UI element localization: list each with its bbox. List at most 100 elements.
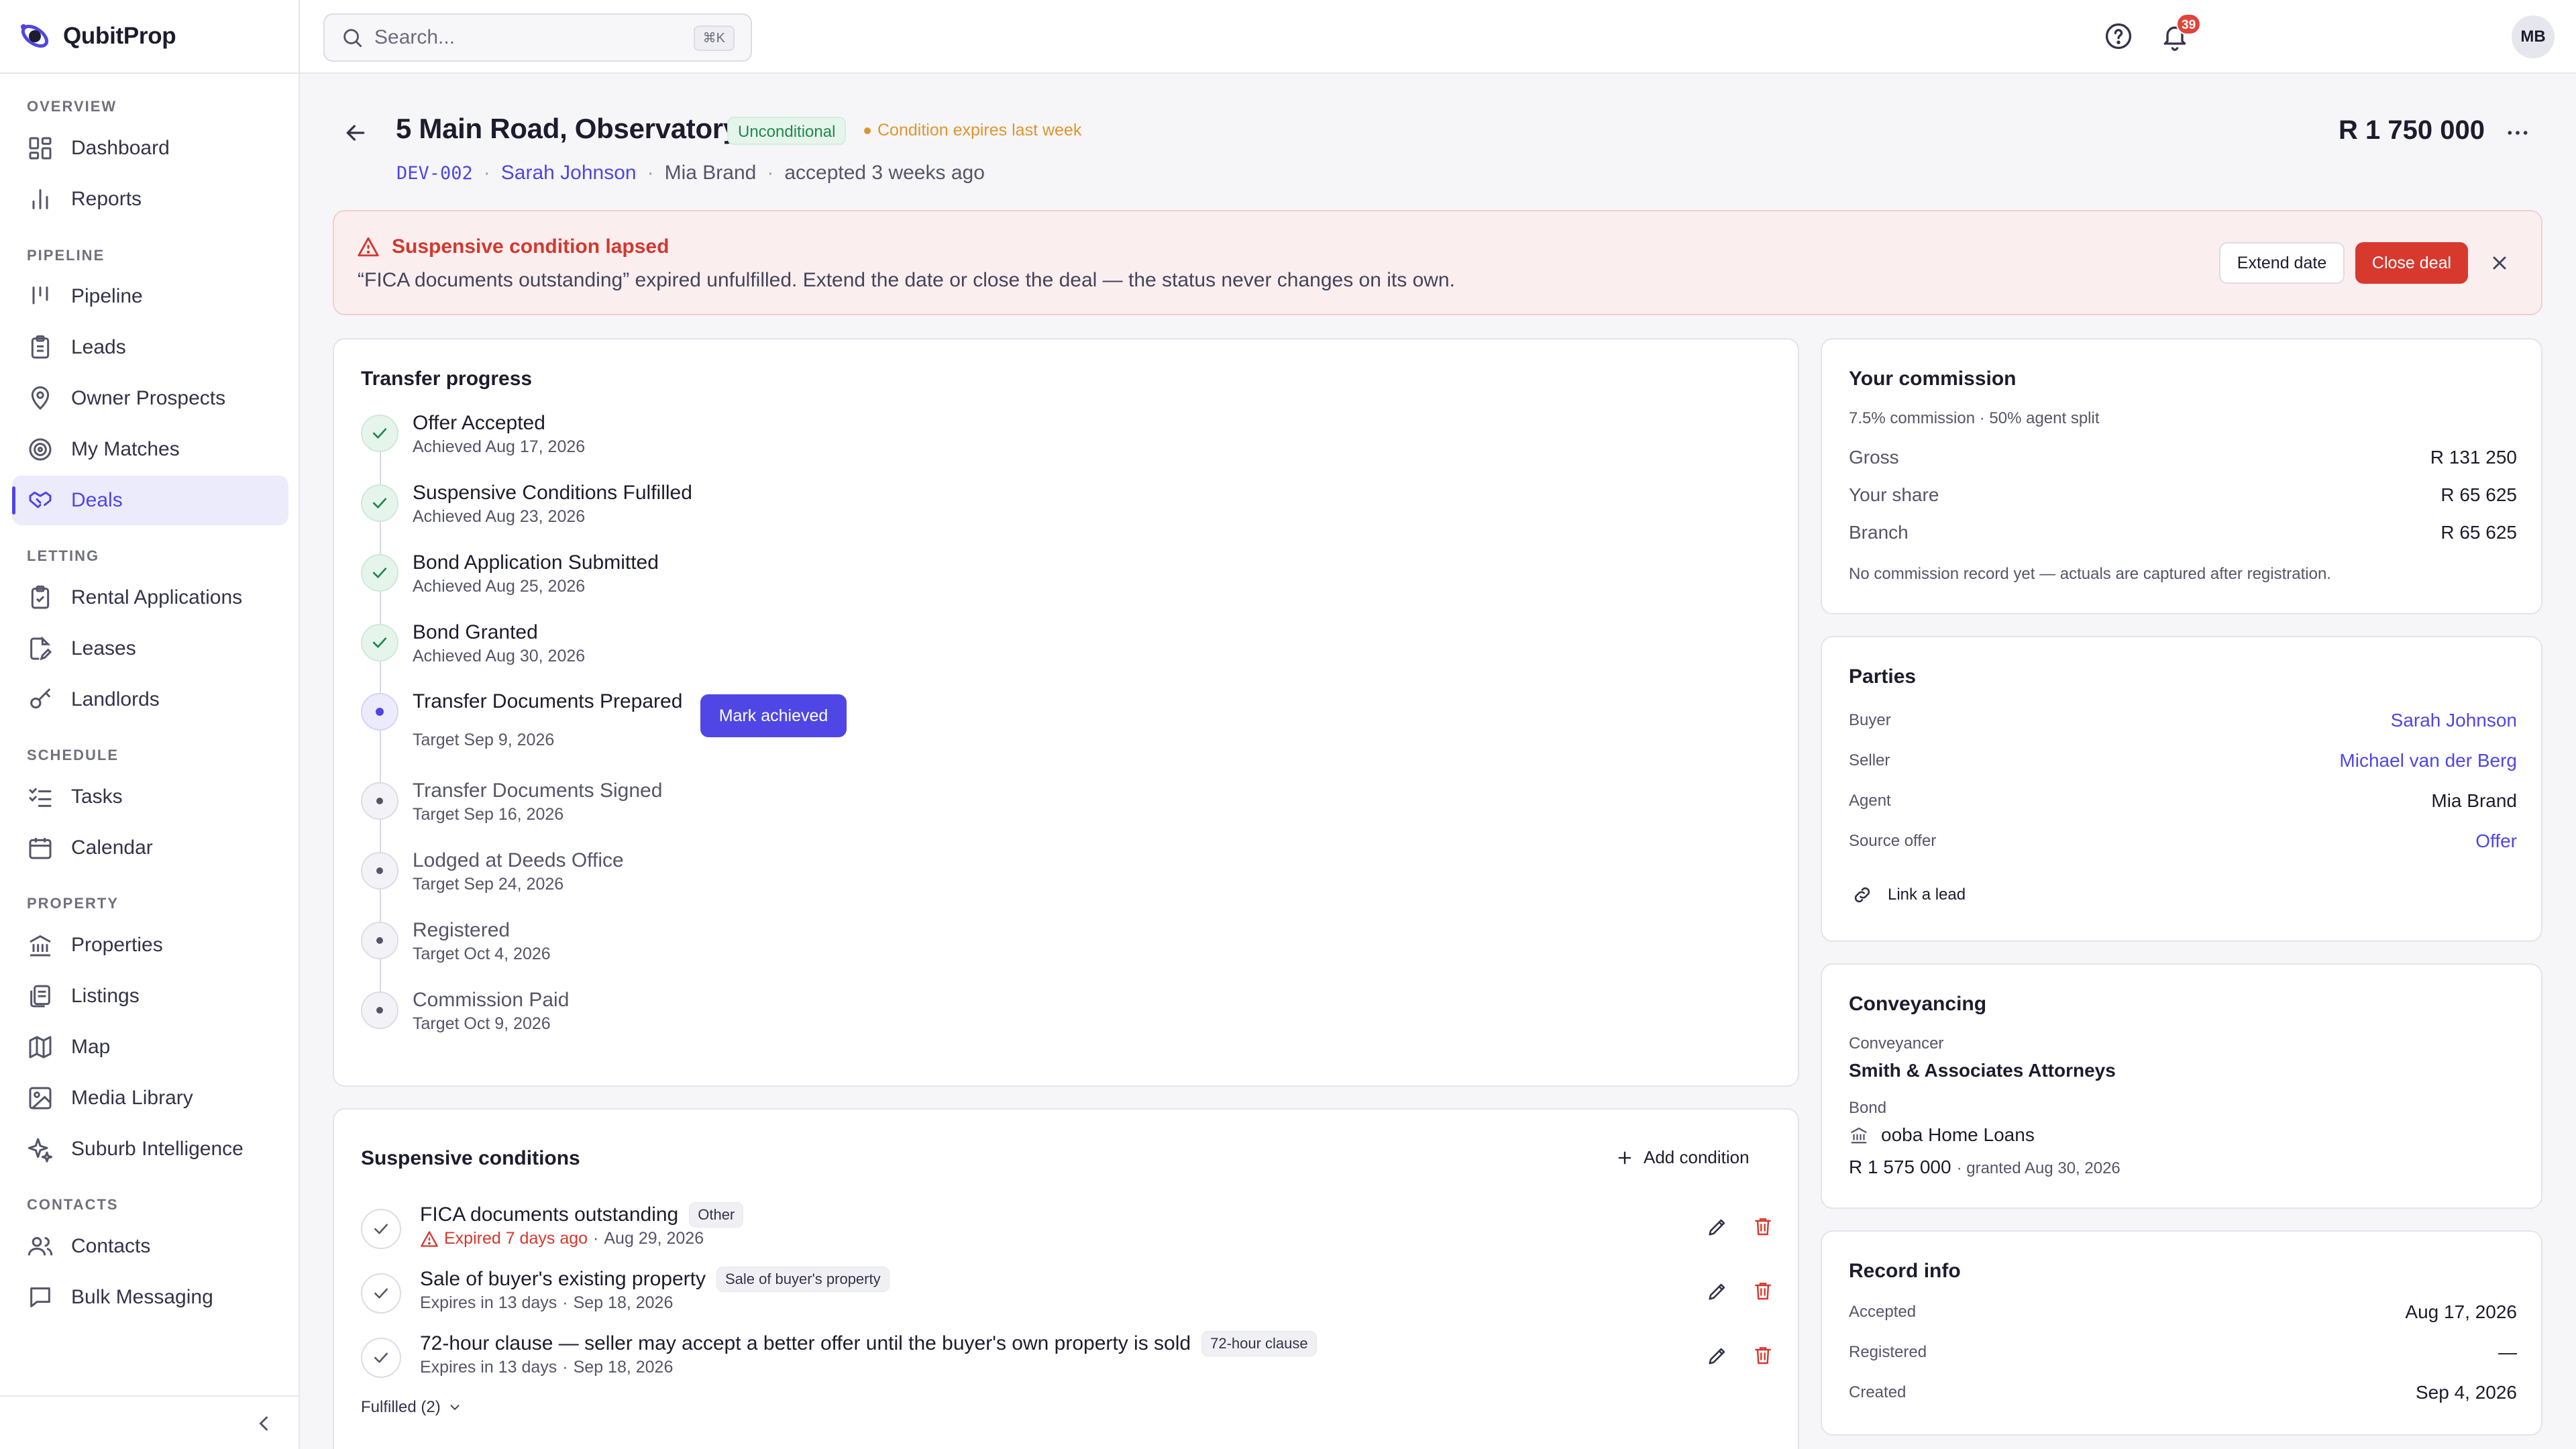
close-deal-button[interactable]: Close deal (2355, 242, 2468, 284)
fulfil-condition-check-icon[interactable] (361, 1338, 401, 1378)
sidebar-item-owner-prospects[interactable]: Owner Prospects (12, 374, 288, 423)
search-input[interactable]: Search... ⌘K (323, 13, 752, 62)
edit-pencil-icon[interactable] (1706, 1216, 1729, 1238)
help-icon[interactable] (2104, 21, 2133, 51)
branch-label: Branch (1849, 522, 1909, 543)
meta-separator: · (647, 162, 654, 184)
sidebar-item-leads[interactable]: Leads (12, 323, 288, 372)
link-lead-label: Link a lead (1888, 885, 1966, 904)
condition-status-text: Expired 7 days ago (444, 1229, 588, 1248)
sidebar-item-label: Tasks (71, 786, 123, 808)
card-title: Your commission (1849, 368, 2017, 390)
sidebar-item-tasks[interactable]: Tasks (12, 772, 288, 822)
sidebar-item-label: Bulk Messaging (71, 1286, 213, 1308)
link-lead-button[interactable]: Link a lead (1851, 884, 1966, 906)
bond-bank: ooba Home Loans (1849, 1124, 2035, 1146)
sidebar-item-leases[interactable]: Leases (12, 624, 288, 674)
created-label: Created (1849, 1383, 1907, 1401)
milestone-date: Achieved Aug 17, 2026 (413, 437, 586, 456)
status-badge: Unconditional (727, 117, 847, 145)
sidebar-item-bulk-messaging[interactable]: Bulk Messaging (12, 1273, 288, 1322)
alert-title-text: Suspensive condition lapsed (392, 235, 669, 258)
buyer-link[interactable]: Sarah Johnson (2391, 710, 2517, 731)
sidebar-item-reports[interactable]: Reports (12, 174, 288, 224)
sidebar-item-contacts[interactable]: Contacts (12, 1222, 288, 1271)
key-icon (30, 688, 50, 709)
meta-separator: · (593, 1229, 599, 1248)
mark-achieved-button[interactable]: Mark achieved (700, 694, 847, 737)
extend-date-button[interactable]: Extend date (2219, 242, 2345, 284)
condition-status-text: Expires in 13 days (420, 1358, 557, 1377)
fulfil-condition-check-icon[interactable] (361, 1209, 401, 1249)
edit-pencil-icon[interactable] (1706, 1280, 1729, 1303)
sidebar-item-suburb-intelligence[interactable]: Suburb Intelligence (12, 1124, 288, 1174)
agent-value: Mia Brand (2431, 790, 2517, 811)
sidebar-item-dashboard[interactable]: Dashboard (12, 123, 288, 173)
delete-trash-icon[interactable] (1752, 1216, 1774, 1237)
condition-row: Sale of buyer's existing property Sale o… (361, 1267, 1776, 1320)
seller-link[interactable]: Michael van der Berg (2339, 750, 2517, 771)
search-shortcut: ⌘K (693, 25, 735, 51)
section-letting: LETTING (27, 547, 100, 564)
collapse-sidebar-icon[interactable] (252, 1411, 276, 1436)
sidebar-item-rental-applications[interactable]: Rental Applications (12, 573, 288, 623)
sidebar-item-properties[interactable]: Properties (12, 920, 288, 970)
source-offer-link[interactable]: Offer (2475, 830, 2517, 852)
created-value: Sep 4, 2026 (2415, 1382, 2517, 1403)
record-info-card: Record info Accepted Aug 17, 2026 Regist… (1821, 1230, 2542, 1436)
milestone-date: Target Sep 24, 2026 (413, 875, 564, 894)
add-condition-button[interactable]: Add condition (1615, 1147, 1750, 1168)
milestone-date: Achieved Aug 30, 2026 (413, 647, 586, 665)
handshake-icon (29, 491, 52, 508)
milestone-label: Suspensive Conditions Fulfilled (413, 482, 692, 504)
fulfil-condition-check-icon[interactable] (361, 1273, 401, 1313)
sidebar-item-map[interactable]: Map (12, 1022, 288, 1072)
sidebar-item-calendar[interactable]: Calendar (12, 823, 288, 873)
sidebar-item-label: Landlords (71, 688, 160, 710)
bar-chart-icon (32, 189, 48, 209)
sidebar-item-label: Deals (71, 489, 123, 511)
avatar[interactable]: MB (2512, 15, 2555, 58)
conveyancer-name: Smith & Associates Attorneys (1849, 1060, 2116, 1081)
brand[interactable]: QubitProp (0, 0, 299, 74)
back-arrow-icon[interactable] (342, 119, 369, 146)
edit-pencil-icon[interactable] (1706, 1344, 1729, 1367)
fulfilled-toggle[interactable]: Fulfilled (2) (361, 1398, 462, 1417)
condition-tag: 72-hour clause (1201, 1331, 1317, 1356)
milestone-label: Offer Accepted (413, 412, 545, 434)
sidebar-item-label: Leads (71, 336, 126, 358)
milestone-date: Target Oct 4, 2026 (413, 945, 551, 963)
card-title: Record info (1849, 1260, 1961, 1282)
accepted-ago: accepted 3 weeks ago (784, 162, 985, 184)
condition-date: Sep 18, 2026 (573, 1293, 674, 1312)
app-name: QubitProp (63, 23, 176, 49)
sidebar-item-label: Calendar (71, 837, 153, 859)
condition-meta: Expires in 13 days · Sep 18, 2026 (420, 1293, 673, 1313)
sidebar-item-listings[interactable]: Listings (12, 971, 288, 1021)
sidebar-item-landlords[interactable]: Landlords (12, 675, 288, 724)
close-icon[interactable] (2489, 252, 2510, 274)
warning-dot-icon (864, 127, 871, 134)
sidebar-item-label: My Matches (71, 438, 180, 460)
delete-trash-icon[interactable] (1752, 1280, 1774, 1301)
buyer-link[interactable]: Sarah Johnson (501, 162, 637, 184)
condition-status: Expired 7 days ago (420, 1229, 588, 1248)
sidebar-item-my-matches[interactable]: My Matches (12, 425, 288, 474)
bond-granted: · granted Aug 30, 2026 (1956, 1159, 2121, 1177)
agent-name: Mia Brand (664, 162, 757, 184)
sidebar-item-media-library[interactable]: Media Library (12, 1073, 288, 1123)
sidebar-item-label: Listings (71, 985, 140, 1007)
condition-expiry-note: Condition expires last week (864, 121, 1081, 140)
delete-trash-icon[interactable] (1752, 1344, 1774, 1366)
more-options-icon[interactable] (2504, 119, 2531, 146)
sidebar-item-pipeline[interactable]: Pipeline (12, 272, 288, 321)
calendar-icon (29, 838, 52, 859)
milestone-label: Registered (413, 919, 511, 941)
buyer-label: Buyer (1849, 711, 1891, 729)
sidebar-item-deals[interactable]: Deals (12, 476, 288, 525)
current-step-icon (361, 693, 398, 731)
source-offer-label: Source offer (1849, 832, 1937, 850)
deal-code[interactable]: DEV-002 (396, 163, 473, 184)
share-row: Your share R 65 625 (1849, 484, 2517, 506)
meta-separator: · (562, 1293, 568, 1312)
